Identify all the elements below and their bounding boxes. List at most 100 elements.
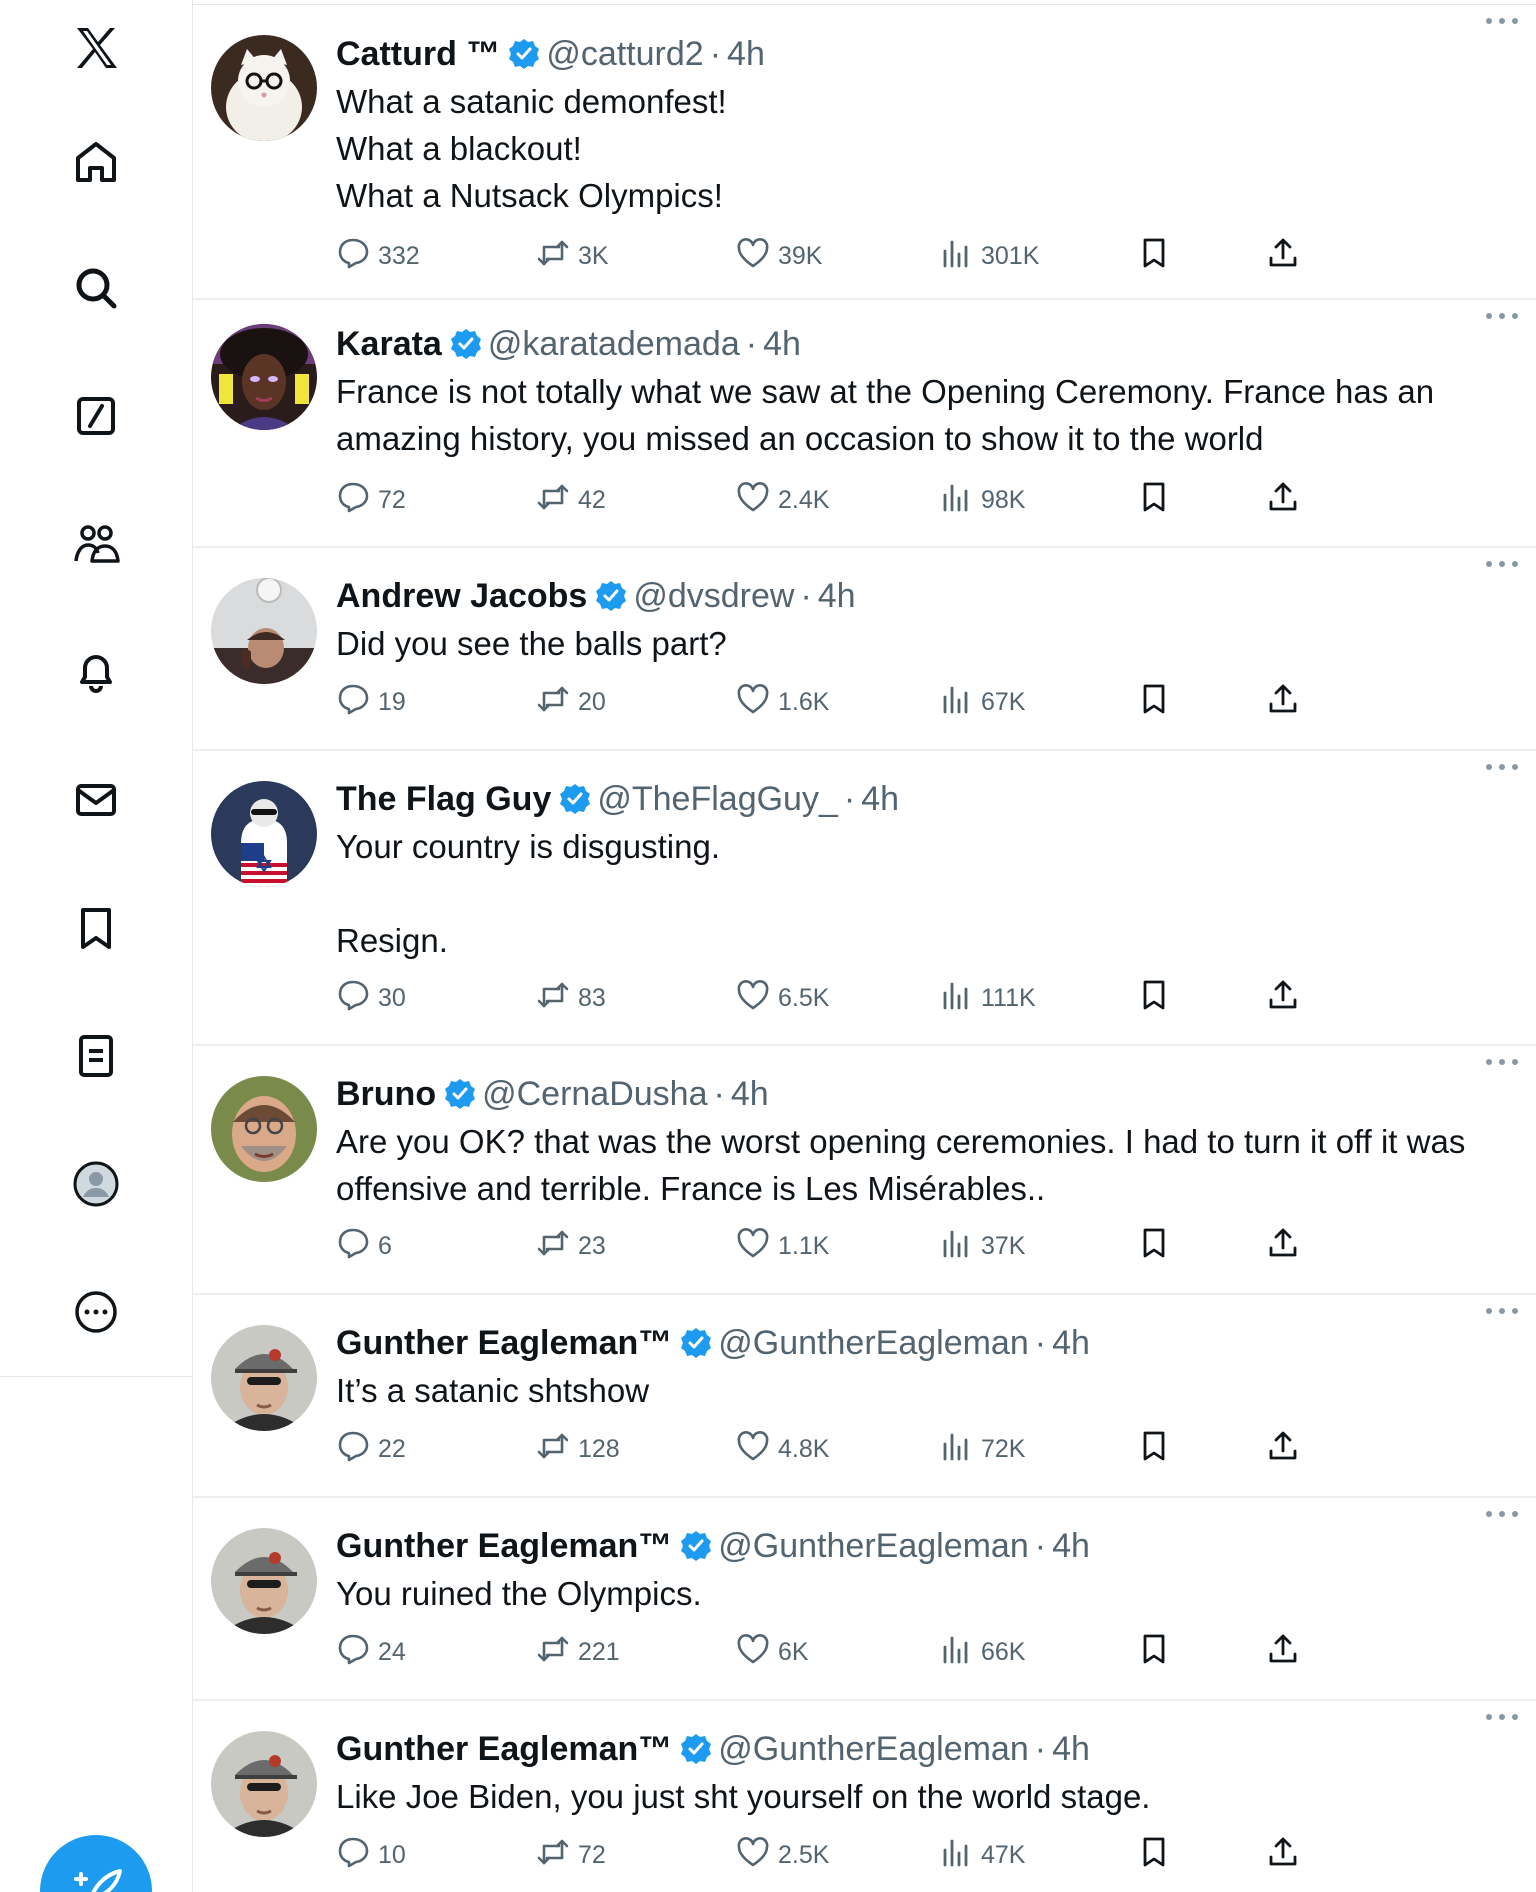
tweet[interactable]: Bruno @CernaDusha · 4h Are you OK? that …	[193, 1046, 1536, 1295]
bookmark-button[interactable]	[1137, 1630, 1179, 1674]
share-button[interactable]	[1266, 1427, 1308, 1471]
timestamp[interactable]: 4h	[1052, 1319, 1090, 1367]
like-button[interactable]: 1.1K	[736, 1224, 829, 1268]
bookmark-button[interactable]	[1137, 1833, 1179, 1877]
author-handle[interactable]: @catturd2	[546, 30, 703, 78]
reply-button[interactable]: 30	[336, 976, 406, 1020]
author-name[interactable]: Gunther Eagleman™	[336, 1725, 672, 1773]
more-options-icon[interactable]	[1484, 15, 1520, 27]
reply-button[interactable]: 72	[336, 478, 406, 522]
tweet[interactable]: Andrew Jacobs @dvsdrew · 4h Did you see …	[193, 548, 1536, 751]
reply-button[interactable]: 10	[336, 1833, 406, 1877]
like-button[interactable]: 6K	[736, 1630, 809, 1674]
author-handle[interactable]: @karatademada	[488, 320, 740, 368]
more-options-icon[interactable]	[1484, 1711, 1520, 1723]
avatar[interactable]	[211, 781, 317, 887]
tweet[interactable]: The Flag Guy @TheFlagGuy_ · 4h Your coun…	[193, 751, 1536, 1046]
like-button[interactable]: 1.6K	[736, 680, 829, 724]
search-icon[interactable]	[60, 252, 132, 324]
share-button[interactable]	[1266, 680, 1308, 724]
views-button[interactable]: 37K	[939, 1224, 1025, 1268]
author-name[interactable]: Catturd ™	[336, 30, 500, 78]
repost-button[interactable]: 128	[536, 1427, 620, 1471]
author-handle[interactable]: @CernaDusha	[482, 1070, 707, 1118]
bookmark-button[interactable]	[1137, 1427, 1179, 1471]
author-name[interactable]: Bruno	[336, 1070, 436, 1118]
timestamp[interactable]: 4h	[731, 1070, 769, 1118]
views-button[interactable]: 66K	[939, 1630, 1025, 1674]
views-button[interactable]: 98K	[939, 478, 1025, 522]
views-button[interactable]: 67K	[939, 680, 1025, 724]
bookmark-button[interactable]	[1137, 680, 1179, 724]
more-options-icon[interactable]	[1484, 1305, 1520, 1317]
avatar[interactable]	[211, 1528, 317, 1634]
share-button[interactable]	[1266, 1224, 1308, 1268]
notifications-icon[interactable]	[60, 636, 132, 708]
share-button[interactable]	[1266, 976, 1308, 1020]
bookmark-button[interactable]	[1137, 478, 1179, 522]
more-options-icon[interactable]	[1484, 310, 1520, 322]
more-options-icon[interactable]	[1484, 558, 1520, 570]
share-button[interactable]	[1266, 1630, 1308, 1674]
profile-icon[interactable]	[60, 1148, 132, 1220]
repost-button[interactable]: 72	[536, 1833, 606, 1877]
lists-icon[interactable]	[60, 1020, 132, 1092]
author-name[interactable]: Gunther Eagleman™	[336, 1522, 672, 1570]
timestamp[interactable]: 4h	[727, 30, 765, 78]
author-name[interactable]: The Flag Guy	[336, 775, 551, 823]
home-icon[interactable]	[60, 126, 132, 198]
more-options-icon[interactable]	[1484, 1056, 1520, 1068]
tweet[interactable]: Catturd ™ @catturd2 · 4h What a satanic …	[193, 5, 1536, 300]
avatar[interactable]	[211, 578, 317, 684]
like-button[interactable]: 2.5K	[736, 1833, 829, 1877]
share-button[interactable]	[1266, 478, 1308, 522]
tweet[interactable]: Gunther Eagleman™ @GuntherEagleman · 4h …	[193, 1498, 1536, 1701]
grok-icon[interactable]	[60, 380, 132, 452]
avatar[interactable]	[211, 324, 317, 430]
author-handle[interactable]: @GuntherEagleman	[718, 1522, 1028, 1570]
timestamp[interactable]: 4h	[1052, 1522, 1090, 1570]
timestamp[interactable]: 4h	[861, 775, 899, 823]
views-button[interactable]: 301K	[939, 234, 1039, 278]
repost-button[interactable]: 221	[536, 1630, 620, 1674]
repost-button[interactable]: 42	[536, 478, 606, 522]
timestamp[interactable]: 4h	[818, 572, 856, 620]
messages-icon[interactable]	[60, 764, 132, 836]
compose-post-button[interactable]	[40, 1835, 152, 1892]
reply-button[interactable]: 19	[336, 680, 406, 724]
reply-button[interactable]: 6	[336, 1224, 392, 1268]
x-logo-icon[interactable]	[60, 12, 132, 84]
repost-button[interactable]: 20	[536, 680, 606, 724]
reply-button[interactable]: 22	[336, 1427, 406, 1471]
like-button[interactable]: 2.4K	[736, 478, 829, 522]
views-button[interactable]: 111K	[939, 976, 1036, 1020]
more-options-icon[interactable]	[1484, 761, 1520, 773]
tweet[interactable]: Gunther Eagleman™ @GuntherEagleman · 4h …	[193, 1295, 1536, 1498]
views-button[interactable]: 72K	[939, 1427, 1025, 1471]
reply-button[interactable]: 24	[336, 1630, 406, 1674]
author-name[interactable]: Andrew Jacobs	[336, 572, 587, 620]
avatar[interactable]	[211, 35, 317, 141]
author-handle[interactable]: @dvsdrew	[633, 572, 794, 620]
views-button[interactable]: 47K	[939, 1833, 1025, 1877]
repost-button[interactable]: 23	[536, 1224, 606, 1268]
bookmark-button[interactable]	[1137, 1224, 1179, 1268]
more-icon[interactable]	[60, 1276, 132, 1348]
author-handle[interactable]: @GuntherEagleman	[718, 1319, 1028, 1367]
bookmark-button[interactable]	[1137, 234, 1179, 278]
reply-button[interactable]: 332	[336, 234, 420, 278]
bookmark-button[interactable]	[1137, 976, 1179, 1020]
share-button[interactable]	[1266, 234, 1308, 278]
author-handle[interactable]: @TheFlagGuy_	[597, 775, 838, 823]
communities-icon[interactable]	[60, 508, 132, 580]
bookmarks-icon[interactable]	[60, 892, 132, 964]
repost-button[interactable]: 83	[536, 976, 606, 1020]
like-button[interactable]: 4.8K	[736, 1427, 829, 1471]
more-options-icon[interactable]	[1484, 1508, 1520, 1520]
avatar[interactable]	[211, 1731, 317, 1837]
like-button[interactable]: 6.5K	[736, 976, 829, 1020]
timestamp[interactable]: 4h	[763, 320, 801, 368]
tweet[interactable]: Gunther Eagleman™ @GuntherEagleman · 4h …	[193, 1701, 1536, 1892]
author-name[interactable]: Gunther Eagleman™	[336, 1319, 672, 1367]
repost-button[interactable]: 3K	[536, 234, 609, 278]
